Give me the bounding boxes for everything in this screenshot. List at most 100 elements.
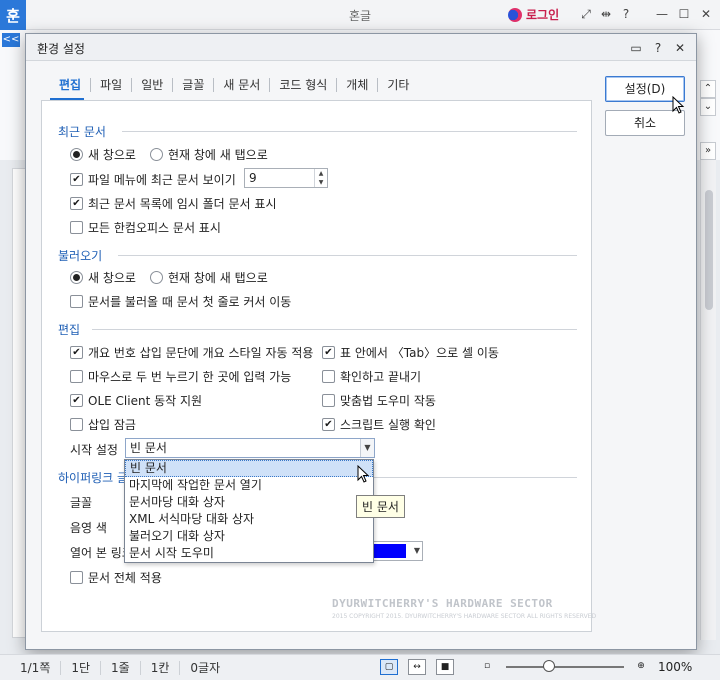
checkbox-checked[interactable]: ✔ — [70, 197, 83, 210]
open-radio-new-tab[interactable]: 현재 창에 새 탭으로 — [150, 269, 268, 286]
maximize-icon[interactable]: ☐ — [676, 6, 692, 22]
vertical-scrollbar[interactable] — [700, 160, 716, 640]
recent-radio-new-tab[interactable]: 현재 창에 새 탭으로 — [150, 146, 268, 163]
dropdown-option[interactable]: XML 서식마당 대화 상자 — [125, 511, 373, 528]
status-line[interactable]: 1줄 — [101, 660, 141, 675]
chevron-down-icon[interactable]: ▼ — [360, 439, 374, 457]
login-icon — [508, 7, 522, 22]
spell-helper-checkbox[interactable]: 맞춤법 도우미 작동 — [322, 392, 436, 409]
minimize-icon[interactable]: — — [654, 6, 670, 22]
checkbox-unchecked[interactable] — [70, 418, 83, 431]
scrollbar-thumb[interactable] — [705, 190, 713, 310]
ribbon-expand-icon[interactable]: » — [700, 142, 716, 160]
tab-new-document[interactable]: 새 문서 — [214, 78, 271, 92]
move-cursor-checkbox[interactable]: 문서를 불러올 때 문서 첫 줄로 커서 이동 — [70, 293, 291, 310]
section-divider — [118, 255, 577, 256]
ribbon-collapse-button[interactable]: << — [2, 33, 20, 47]
dropdown-option[interactable]: 마지막에 작업한 문서 열기 — [125, 477, 373, 494]
apply-whole-doc-checkbox[interactable]: 문서 전체 적용 — [70, 569, 162, 586]
dialog-close-icon[interactable]: ✕ — [672, 40, 688, 56]
zoom-level[interactable]: 100% — [658, 660, 692, 674]
tab-file[interactable]: 파일 — [91, 78, 133, 92]
radio-button[interactable] — [150, 148, 163, 161]
dropdown-option[interactable]: 빈 문서 — [125, 460, 373, 477]
tab-edit[interactable]: 편집 — [50, 78, 92, 92]
checkbox-unchecked[interactable] — [70, 295, 83, 308]
open-radio-new-window[interactable]: 새 창으로 — [70, 269, 136, 286]
section-divider — [372, 477, 577, 478]
recent-radio-new-window[interactable]: 새 창으로 — [70, 146, 136, 163]
checkbox-label: 마우스로 두 번 누르기 한 곳에 입력 가능 — [88, 370, 292, 384]
start-setting-options-list[interactable]: 빈 문서 마지막에 작업한 문서 열기 문서마당 대화 상자 XML 서식마당 … — [124, 459, 374, 563]
start-setting-dropdown[interactable]: 빈 문서 ▼ — [125, 438, 375, 458]
confirm-quit-checkbox[interactable]: 확인하고 끝내기 — [322, 368, 421, 385]
double-click-input-checkbox[interactable]: 마우스로 두 번 누르기 한 곳에 입력 가능 — [70, 368, 291, 385]
checkbox-checked[interactable]: ✔ — [322, 346, 335, 359]
status-chars[interactable]: 0글자 — [180, 661, 230, 675]
checkbox-label: 문서 전체 적용 — [88, 571, 162, 585]
script-confirm-checkbox[interactable]: ✔ 스크립트 실행 확인 — [322, 416, 436, 433]
dialog-titlebar: 환경 설정 ▭ ? ✕ — [26, 34, 696, 61]
tab-font[interactable]: 글꼴 — [173, 78, 215, 92]
checkbox-label: 삽입 잠금 — [88, 418, 136, 432]
view-full-icon[interactable]: ■ — [436, 659, 454, 675]
ole-client-checkbox[interactable]: ✔ OLE Client 동작 지원 — [70, 392, 202, 409]
zoom-slider-track[interactable] — [506, 666, 624, 668]
dialog-help-icon[interactable]: ? — [650, 40, 666, 56]
dropdown-option[interactable]: 불러오기 대화 상자 — [125, 528, 373, 545]
checkbox-unchecked[interactable] — [70, 221, 83, 234]
spinner-arrows-icon[interactable]: ▲ ▼ — [314, 169, 327, 187]
font-label: 글꼴 — [70, 496, 93, 510]
section-title-edit: 편집 — [58, 323, 81, 337]
auto-style-checkbox[interactable]: ✔ 개요 번호 삽입 문단에 개요 스타일 자동 적용 — [70, 344, 313, 361]
status-page[interactable]: 1/1쪽 — [0, 660, 62, 675]
tooltip: 빈 문서 — [356, 495, 405, 518]
radio-button[interactable] — [70, 148, 83, 161]
zoom-out-icon[interactable]: ▫ — [478, 659, 496, 675]
login-button[interactable]: 로그인 — [508, 6, 559, 23]
tab-object[interactable]: 개체 — [337, 78, 379, 92]
checkbox-unchecked[interactable] — [70, 370, 83, 383]
show-all-hancom-checkbox[interactable]: 모든 한컴오피스 문서 표시 — [70, 219, 221, 236]
section-title-open: 불러오기 — [58, 249, 103, 263]
radio-button[interactable] — [150, 271, 163, 284]
visited-link-color-picker[interactable]: ▼ — [373, 541, 423, 561]
tab-general[interactable]: 일반 — [132, 78, 174, 92]
tab-other[interactable]: 기타 — [378, 78, 418, 92]
checkbox-checked[interactable]: ✔ — [322, 418, 335, 431]
split-view-icon[interactable]: ⇹ — [598, 6, 614, 22]
dialog-title: 환경 설정 — [37, 42, 85, 56]
view-width-icon[interactable]: ↔ — [408, 659, 426, 675]
checkbox-unchecked[interactable] — [70, 571, 83, 584]
view-page-icon[interactable]: ▢ — [380, 659, 398, 675]
checkbox-unchecked[interactable] — [322, 394, 335, 407]
recent-count-spinner[interactable]: 9 ▲ ▼ — [244, 168, 328, 188]
zoom-in-icon[interactable]: ⊕ — [632, 659, 650, 675]
ribbon-scroll-down-icon[interactable]: ⌄ — [700, 98, 716, 116]
checkbox-checked[interactable]: ✔ — [70, 173, 83, 186]
show-temp-folder-checkbox[interactable]: ✔ 최근 문서 목록에 임시 폴더 문서 표시 — [70, 195, 277, 212]
show-recent-checkbox[interactable]: ✔ 파일 메뉴에 최근 문서 보이기 — [70, 171, 236, 188]
dropdown-option[interactable]: 문서마당 대화 상자 — [125, 494, 373, 511]
close-app-icon[interactable]: ✕ — [698, 6, 714, 22]
section-divider — [92, 329, 577, 330]
fullscreen-icon[interactable]: ⤢ — [578, 6, 594, 22]
checkbox-checked[interactable]: ✔ — [70, 346, 83, 359]
watermark-text: DYURWITCHERRY'S HARDWARE SECTOR — [332, 597, 553, 610]
ribbon-scroll-up-icon[interactable]: ⌃ — [700, 80, 716, 98]
tab-cell-move-checkbox[interactable]: ✔ 표 안에서 〈Tab〉으로 셀 이동 — [322, 344, 499, 361]
comment-icon[interactable]: ▭ — [628, 40, 644, 56]
insert-lock-checkbox[interactable]: 삽입 잠금 — [70, 416, 136, 433]
dropdown-option[interactable]: 문서 시작 도우미 — [125, 545, 373, 562]
status-column[interactable]: 1칸 — [141, 660, 181, 675]
checkbox-unchecked[interactable] — [322, 370, 335, 383]
dropdown-selected-value: 빈 문서 — [130, 441, 167, 455]
chevron-down-icon[interactable]: ▼ — [414, 542, 420, 560]
recent-count-value[interactable]: 9 — [249, 171, 257, 185]
zoom-slider-knob[interactable] — [543, 660, 555, 672]
status-section[interactable]: 1단 — [61, 660, 102, 675]
help-icon[interactable]: ? — [618, 6, 634, 22]
checkbox-checked[interactable]: ✔ — [70, 394, 83, 407]
radio-button[interactable] — [70, 271, 83, 284]
tab-code-format[interactable]: 코드 형식 — [270, 78, 338, 92]
